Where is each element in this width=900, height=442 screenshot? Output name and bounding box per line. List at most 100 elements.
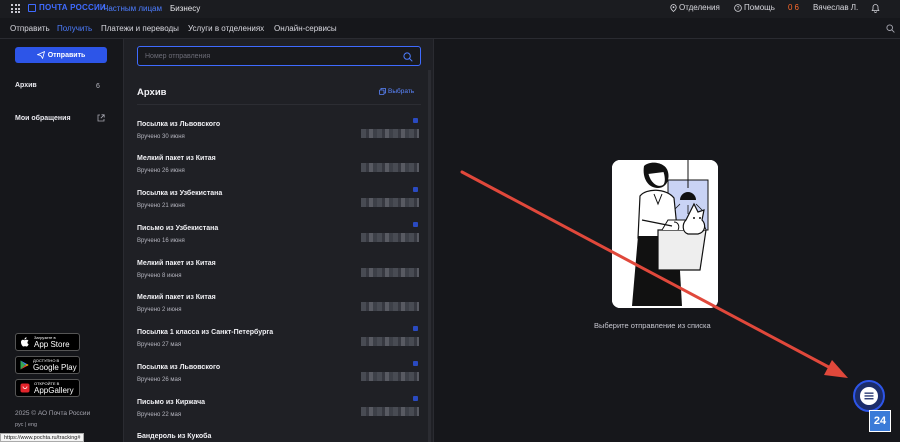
status-dot [413, 396, 418, 401]
item-status: Вручено 16 июня [137, 238, 185, 244]
list-item[interactable]: Посылка из Львовского Вручено 30 июня [137, 118, 421, 152]
location-pin-icon [670, 3, 677, 12]
status-dot [413, 222, 418, 227]
tracking-number-redacted [361, 268, 419, 277]
item-title: Посылка из Львовского [137, 364, 221, 371]
nav-payments[interactable]: Платежи и переводы [101, 24, 179, 33]
apps-grid-icon[interactable] [11, 4, 20, 13]
svg-text:?: ? [737, 6, 740, 12]
nav-receive[interactable]: Получить [57, 24, 92, 33]
language-switch[interactable]: рус | eng [15, 422, 37, 428]
list-item[interactable]: Мелкий пакет из Китая Вручено 2 июня [137, 291, 421, 325]
points-value: 6 [794, 3, 799, 12]
app-gallery-name: AppGallery [34, 386, 74, 395]
list-item[interactable]: Посылка 1 класса из Санкт-Петербурга Вруч… [137, 326, 421, 360]
item-title: Письмо из Киржача [137, 399, 206, 406]
bell-icon[interactable] [871, 3, 880, 13]
item-title: Посылка 1 класса из Санкт-Петербурга [137, 329, 274, 336]
list-item[interactable]: Бандероль из Кукоба [137, 430, 421, 442]
offices-link[interactable]: Отделения [670, 3, 720, 12]
list-item[interactable]: Мелкий пакет из Китая Вручено 26 июня [137, 152, 421, 186]
item-status: Вручено 26 июня [137, 168, 185, 174]
item-status: Вручено 27 мая [137, 342, 182, 348]
person-with-cat-illustration [612, 160, 718, 308]
item-title: Мелкий пакет из Китая [137, 155, 216, 162]
tracking-number-redacted [361, 337, 419, 346]
tracking-number-redacted [361, 198, 419, 207]
search-icon[interactable] [403, 52, 413, 62]
search-icon[interactable] [886, 24, 895, 33]
tracking-number-redacted [361, 129, 419, 138]
select-copy-icon [379, 88, 386, 95]
segment-business[interactable]: Бизнесу [170, 4, 200, 13]
list-item[interactable]: Посылка из Узбекистана Вручено 21 июня [137, 187, 421, 221]
item-title: Бандероль из Кукоба [137, 433, 212, 440]
google-play-badge[interactable]: ДОСТУПНО В Google Play [15, 356, 80, 374]
chat-icon [860, 387, 878, 405]
select-button[interactable]: Выбрать [379, 88, 414, 95]
item-title: Мелкий пакет из Китая [137, 260, 216, 267]
archive-count: 6 [96, 83, 100, 90]
list-item[interactable]: Мелкий пакет из Китая Вручено 8 июня [137, 257, 421, 291]
widget-24-badge[interactable]: 24 [869, 410, 891, 432]
external-link-icon[interactable] [97, 114, 105, 122]
list-item[interactable]: Посылка из Львовского Вручено 26 мая [137, 361, 421, 395]
apple-icon [21, 336, 29, 346]
sidebar-item-archive[interactable]: Архив [15, 82, 37, 89]
tracking-search[interactable] [137, 46, 421, 66]
app-store-badge[interactable]: Загрузите в App Store [15, 333, 80, 351]
status-dot [413, 361, 418, 366]
help-link[interactable]: ? Помощь [734, 3, 775, 12]
help-circle-icon: ? [734, 3, 742, 12]
chat-button[interactable] [853, 380, 885, 412]
tracking-number-redacted [361, 372, 419, 381]
sidebar-item-appeals[interactable]: Мои обращения [15, 115, 71, 122]
tracking-number-redacted [361, 233, 419, 242]
nav-send[interactable]: Отправить [10, 24, 50, 33]
list-scrollbar[interactable] [428, 70, 431, 442]
select-label: Выбрать [388, 88, 415, 95]
list-item[interactable]: Письмо из Киржача Вручено 22 мая [137, 396, 421, 430]
offices-label: Отделения [679, 3, 720, 12]
empty-state-illustration [612, 160, 718, 308]
tracking-number-redacted [361, 302, 419, 311]
send-button-label: Отправить [47, 51, 86, 59]
points-counter[interactable]: 0 6 [788, 3, 799, 12]
item-title: Письмо из Узбекистана [137, 225, 219, 232]
status-bar-url: https://www.pochta.ru/tracking# [0, 433, 85, 442]
item-status: Вручено 8 июня [137, 273, 182, 279]
app-gallery-badge[interactable]: ОТКРОЙТЕ В AppGallery [15, 379, 80, 397]
google-play-icon [20, 360, 29, 370]
logo[interactable]: ПОЧТА РОССИИ [28, 3, 106, 12]
google-play-name: Google Play [33, 363, 77, 372]
help-label: Помощь [744, 3, 775, 12]
empty-state-message: Выберите отправление из списка [594, 321, 711, 330]
item-title: Посылка из Львовского [137, 121, 221, 128]
send-button[interactable]: Отправить [15, 47, 107, 63]
item-status: Вручено 2 июня [137, 307, 182, 313]
list-item[interactable]: Письмо из Узбекистана Вручено 16 июня [137, 222, 421, 256]
app-gallery-icon [20, 383, 30, 393]
points-zero: 0 [788, 3, 793, 12]
item-status: Вручено 26 мая [137, 377, 182, 383]
tracking-number-input[interactable] [145, 51, 385, 62]
item-status: Вручено 30 июня [137, 134, 185, 140]
copyright: 2025 © АО Почта России [15, 410, 91, 417]
user-name[interactable]: Вячеслав Л. [813, 3, 858, 12]
tracking-number-redacted [361, 407, 419, 416]
nav-office-services[interactable]: Услуги в отделениях [188, 24, 264, 33]
list-divider [137, 104, 421, 105]
top-bar: ПОЧТА РОССИИ Частным лицам Бизнесу Отдел… [0, 0, 900, 18]
item-title: Посылка из Узбекистана [137, 190, 223, 197]
nav-online-services[interactable]: Онлайн-сервисы [274, 24, 337, 33]
item-status: Вручено 22 мая [137, 412, 182, 418]
paper-plane-icon [36, 51, 45, 59]
item-status: Вручено 21 июня [137, 203, 185, 209]
app-store-name: App Store [34, 340, 70, 349]
segment-private[interactable]: Частным лицам [103, 4, 162, 13]
status-dot [413, 187, 418, 192]
status-dot [413, 118, 418, 123]
status-dot [413, 326, 418, 331]
item-title: Мелкий пакет из Китая [137, 294, 216, 301]
tracking-number-redacted [361, 163, 419, 172]
